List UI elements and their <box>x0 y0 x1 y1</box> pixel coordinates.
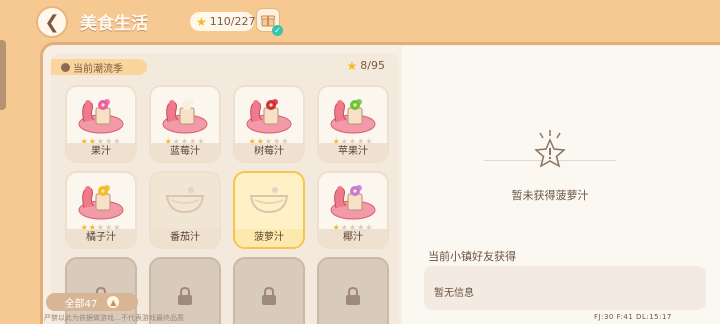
locked-item-card[interactable] <box>233 257 305 324</box>
item-card[interactable]: ★★★★★ 树莓汁 <box>233 85 305 163</box>
item-card[interactable]: ★★★★★ 橘子汁 <box>65 171 137 249</box>
item-label: 橘子汁 <box>67 229 135 247</box>
flamingo-drink-icon <box>325 177 381 223</box>
season-progress-text: 8/95 <box>360 59 385 72</box>
locked-item-card[interactable] <box>317 257 389 324</box>
friends-info-box: 暂无信息 <box>424 266 706 310</box>
item-list-area: 当前潮流季 ★ 8/95 ★★★★★ 果汁 ★★★★★ 蓝莓汁 ★★★★★ 树莓汁 ★★★★… <box>51 53 399 324</box>
top-bar: ❮ 美食生活 ★ 110/227 ✓ <box>0 0 720 44</box>
collection-counter: ★ 110/227 <box>190 12 256 31</box>
item-card[interactable]: ★★★★★ 蓝莓汁 <box>149 85 221 163</box>
collection-count-text: 110/227 <box>209 15 256 28</box>
lock-icon <box>178 287 192 305</box>
season-progress: ★ 8/95 <box>347 59 385 72</box>
current-season-tab[interactable]: 当前潮流季 <box>51 59 147 75</box>
star-icon: ★ <box>196 14 207 29</box>
item-label: 树莓汁 <box>235 143 303 161</box>
flamingo-drink-icon <box>241 91 297 137</box>
bowl-icon <box>157 177 213 223</box>
item-label: 蓝莓汁 <box>151 143 219 161</box>
item-label: 果汁 <box>67 143 135 161</box>
filter-label: 全部47 <box>64 298 98 310</box>
flamingo-drink-icon <box>73 177 129 223</box>
check-badge-icon: ✓ <box>272 25 283 36</box>
page-title: 美食生活 <box>80 14 148 34</box>
item-card[interactable]: 菠萝汁 <box>233 171 305 249</box>
flamingo-drink-icon <box>157 91 213 137</box>
item-card[interactable]: ★★★★★ 椰汁 <box>317 171 389 249</box>
lock-icon <box>346 287 360 305</box>
star-icon: ★ <box>346 58 358 73</box>
season-icon <box>61 62 70 72</box>
item-label: 椰汁 <box>319 229 387 247</box>
filter-dropdown[interactable]: 全部47 ▲ <box>46 293 138 311</box>
disclaimer-text: 严禁以此为依据做游戏…不代表游戏最终品质 <box>44 314 184 322</box>
item-label: 苹果汁 <box>319 143 387 161</box>
chevron-left-icon: ❮ <box>44 11 60 33</box>
item-card[interactable]: ★★★★★ 果汁 <box>65 85 137 163</box>
item-card[interactable]: ★★★★★ 苹果汁 <box>317 85 389 163</box>
friends-obtained-heading: 当前小镇好友获得 <box>428 250 516 263</box>
item-card[interactable]: 番茄汁 <box>149 171 221 249</box>
item-label: 菠萝汁 <box>235 229 303 247</box>
item-label: 番茄汁 <box>151 229 219 247</box>
not-obtained-text: 暂未获得菠萝汁 <box>511 189 589 202</box>
current-season-label: 当前潮流季 <box>73 63 123 75</box>
lock-icon <box>262 287 276 305</box>
no-info-text: 暂无信息 <box>434 288 474 299</box>
bowl-icon <box>241 177 297 223</box>
back-button[interactable]: ❮ <box>36 6 68 38</box>
flamingo-drink-icon <box>73 91 129 137</box>
debug-readout: FJ:30 F:41 DL:15:17 <box>594 313 672 321</box>
flamingo-drink-icon <box>325 91 381 137</box>
side-handle[interactable] <box>0 40 6 110</box>
chevron-up-icon: ▲ <box>107 296 120 308</box>
star-alert-icon <box>534 130 566 168</box>
detail-pane: 暂未获得菠萝汁 当前小镇好友获得 暂无信息 <box>402 46 720 324</box>
